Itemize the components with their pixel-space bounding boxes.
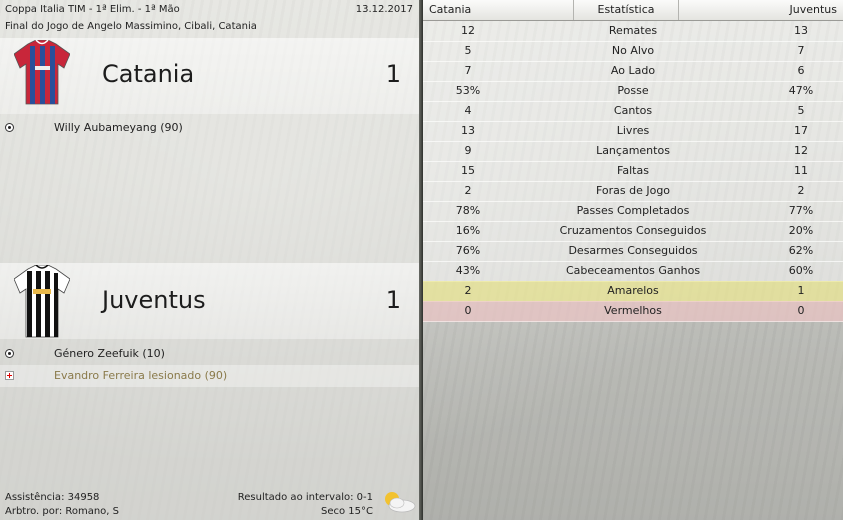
home-team-block: Catania 1 [0, 38, 419, 114]
stats-row: 4 Cantos 5 [423, 101, 843, 122]
stats-row: 2 Amarelos 1 [423, 281, 843, 302]
stat-away-value: 13 [794, 24, 808, 37]
stat-home-value: 15 [461, 164, 475, 177]
event-text[interactable]: Evandro Ferreira lesionado (90) [54, 365, 227, 387]
stat-home-value: 16% [455, 224, 481, 237]
stat-label: Remates [608, 24, 658, 37]
away-score: 1 [385, 286, 401, 314]
stat-label: Faltas [617, 164, 649, 177]
weather-label: Seco 15°C [320, 506, 373, 517]
stats-header: Catania Estatística Juventus [423, 0, 843, 21]
match-date: 13.12.2017 [355, 4, 413, 15]
attendance-label: Assistência: 34958 [5, 492, 100, 503]
stat-away-value: 11 [794, 164, 808, 177]
stat-home-value: 5 [464, 44, 472, 57]
stats-row: 7 Ao Lado 6 [423, 61, 843, 82]
stat-label: Amarelos [607, 284, 659, 297]
stats-row: 43% Cabeceamentos Ganhos 60% [423, 261, 843, 282]
ball-icon [5, 123, 14, 132]
stat-label: Livres [616, 124, 650, 137]
stat-away-value: 17 [794, 124, 808, 137]
stat-away-value: 62% [788, 244, 814, 257]
event-text[interactable]: Género Zeefuik (10) [54, 343, 165, 365]
competition-label: Coppa Italia TIM - 1ª Elim. - 1ª Mão [5, 4, 180, 15]
home-kit-icon [14, 40, 70, 105]
stat-away-value: 7 [797, 44, 805, 57]
stats-header-home[interactable]: Catania [429, 0, 471, 20]
stat-label: Vermelhos [604, 304, 662, 317]
stat-home-value: 7 [464, 64, 472, 77]
stat-label: Ao Lado [610, 64, 656, 77]
stats-header-label[interactable]: Estatística [573, 0, 679, 20]
stat-away-value: 5 [797, 104, 805, 117]
stat-label: Posse [617, 84, 649, 97]
away-team-block: Juventus 1 [0, 263, 419, 339]
stat-away-value: 60% [788, 264, 814, 277]
stat-home-value: 9 [464, 144, 472, 157]
stat-away-value: 12 [794, 144, 808, 157]
event-text[interactable]: Willy Aubameyang (90) [54, 117, 183, 139]
stat-home-value: 43% [455, 264, 481, 277]
stat-label: Cabeceamentos Ganhos [565, 264, 701, 277]
stat-away-value: 0 [797, 304, 805, 317]
stat-away-value: 47% [788, 84, 814, 97]
stat-home-value: 0 [464, 304, 472, 317]
stats-row: 13 Livres 17 [423, 121, 843, 142]
stats-row: 9 Lançamentos 12 [423, 141, 843, 162]
stat-away-value: 20% [788, 224, 814, 237]
stat-label: Foras de Jogo [595, 184, 671, 197]
stats-row: 78% Passes Completados 77% [423, 201, 843, 222]
home-event-goal: Willy Aubameyang (90) [0, 117, 419, 139]
stat-home-value: 4 [464, 104, 472, 117]
stats-row: 12 Remates 13 [423, 21, 843, 42]
ball-icon [5, 349, 14, 358]
stats-row: 53% Posse 47% [423, 81, 843, 102]
stat-home-value: 12 [461, 24, 475, 37]
away-event-injury: Evandro Ferreira lesionado (90) [0, 365, 419, 387]
away-kit-icon [14, 265, 70, 338]
stats-row: 5 No Alvo 7 [423, 41, 843, 62]
stats-row: 76% Desarmes Conseguidos 62% [423, 241, 843, 262]
stat-label: Lançamentos [596, 144, 670, 157]
stat-away-value: 2 [797, 184, 805, 197]
stat-label: No Alvo [611, 44, 655, 57]
stats-row: 0 Vermelhos 0 [423, 301, 843, 322]
stat-away-value: 77% [788, 204, 814, 217]
referee-label: Arbtro. por: Romano, S [5, 506, 120, 517]
match-summary-panel: Coppa Italia TIM - 1ª Elim. - 1ª Mão 13.… [0, 0, 419, 520]
stat-home-value: 78% [455, 204, 481, 217]
stat-away-value: 6 [797, 64, 805, 77]
stats-row: 2 Foras de Jogo 2 [423, 181, 843, 202]
stat-label: Passes Completados [576, 204, 690, 217]
stat-home-value: 13 [461, 124, 475, 137]
stat-home-value: 53% [455, 84, 481, 97]
away-team-name[interactable]: Juventus [102, 286, 206, 314]
halftime-label: Resultado ao intervalo: 0-1 [237, 492, 373, 503]
stat-home-value: 76% [455, 244, 481, 257]
home-score: 1 [385, 60, 401, 88]
stat-home-value: 2 [464, 184, 472, 197]
stat-label: Cruzamentos Conseguidos [559, 224, 707, 237]
stat-away-value: 1 [797, 284, 805, 297]
home-team-name[interactable]: Catania [102, 60, 194, 88]
partly-cloudy-icon [385, 492, 416, 513]
stats-header-away[interactable]: Juventus [790, 0, 837, 20]
injury-icon [5, 371, 14, 380]
stat-label: Cantos [613, 104, 653, 117]
stats-row: 15 Faltas 11 [423, 161, 843, 182]
away-event-goal: Género Zeefuik (10) [0, 343, 419, 365]
stat-label: Desarmes Conseguidos [568, 244, 698, 257]
venue-label: Final do Jogo de Angelo Massimino, Cibal… [5, 21, 257, 32]
stat-home-value: 2 [464, 284, 472, 297]
stats-row: 16% Cruzamentos Conseguidos 20% [423, 221, 843, 242]
